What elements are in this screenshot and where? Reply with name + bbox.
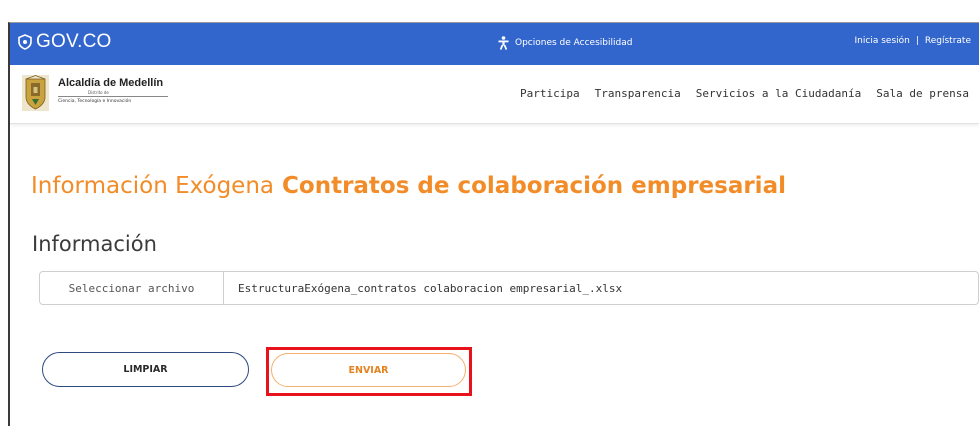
auth-links: Inicia sesión | Regístrate (855, 36, 971, 46)
menu-item-servicios[interactable]: Servicios a la Ciudadanía (696, 87, 862, 100)
page-title: Información Exógena Contratos de colabora… (31, 173, 786, 199)
accessibility-icon (498, 36, 509, 50)
site-header: Alcaldía de Medellín Distrito de Ciencia… (10, 65, 979, 124)
brand-subtitle: Ciencia, Tecnología e Innovación (58, 99, 132, 104)
alcaldia-logo[interactable]: Alcaldía de Medellín Distrito de Ciencia… (22, 75, 168, 111)
login-link[interactable]: Inicia sesión (855, 36, 910, 46)
menu-item-transparencia[interactable]: Transparencia (595, 87, 681, 100)
highlight-box (266, 347, 472, 396)
brand-title: Alcaldía de Medellín (58, 77, 164, 89)
page-title-bold: Contratos de colaboración empresarial (282, 173, 786, 199)
clear-button[interactable]: LIMPIAR (42, 352, 249, 387)
gov-top-bar: GOV.CO Opciones de Accesibilidad Inicia … (10, 23, 979, 65)
shield-icon (18, 34, 32, 50)
section-heading: Información (32, 232, 157, 256)
brand-divider (58, 96, 168, 97)
accessibility-options-link[interactable]: Opciones de Accesibilidad (498, 36, 632, 50)
accessibility-label: Opciones de Accesibilidad (515, 38, 633, 48)
auth-separator: | (915, 36, 919, 46)
main-menu: Participa Transparencia Servicios a la C… (505, 87, 969, 100)
coat-of-arms-icon (22, 75, 49, 111)
file-input[interactable]: Seleccionar archivo EstructuraExógena_co… (39, 271, 979, 305)
selected-file-name: EstructuraExógena_contratos colaboracion… (238, 281, 623, 295)
page-title-light: Información Exógena (31, 173, 275, 199)
menu-item-sala-de-prensa[interactable]: Sala de prensa (876, 87, 969, 100)
select-file-button[interactable]: Seleccionar archivo (40, 272, 224, 304)
gov-logo-text: GOV.CO (36, 31, 112, 52)
register-link[interactable]: Regístrate (925, 36, 971, 46)
menu-item-participa[interactable]: Participa (520, 87, 580, 100)
brand-small-text: Distrito de (88, 90, 109, 95)
gov-logo[interactable]: GOV.CO (18, 31, 111, 53)
